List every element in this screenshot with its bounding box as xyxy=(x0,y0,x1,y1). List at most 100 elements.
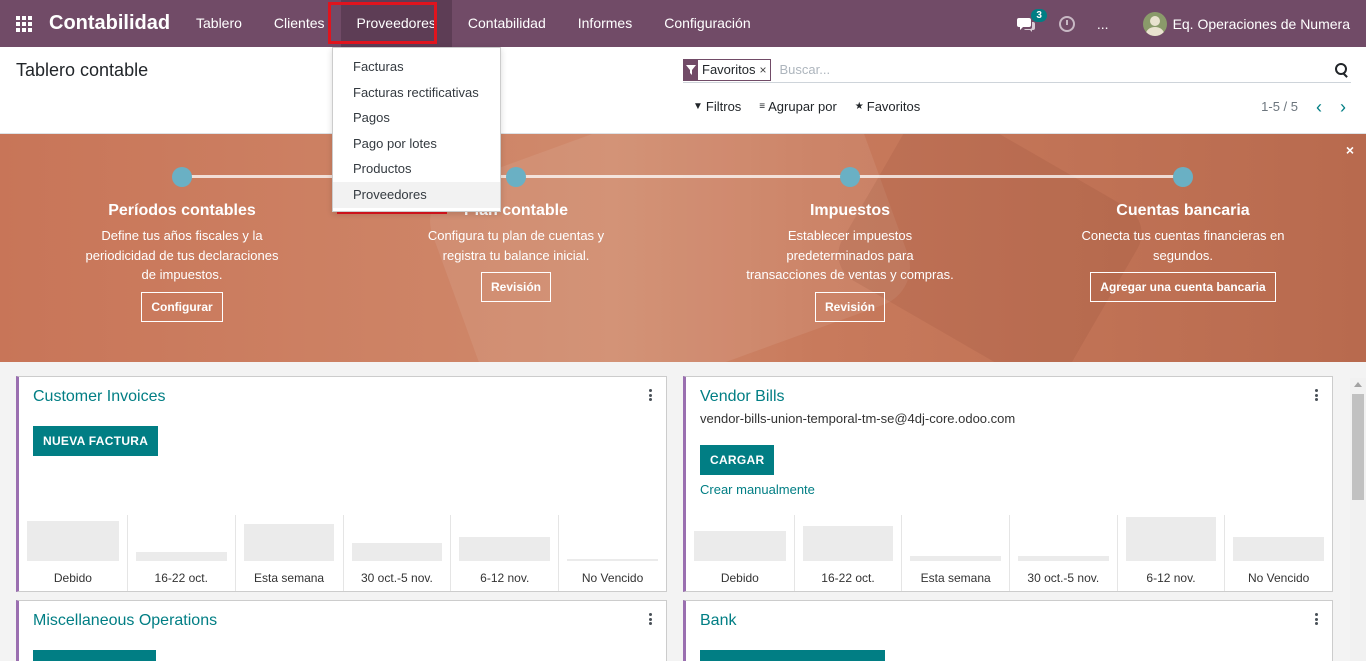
bank-card: Bank xyxy=(683,600,1333,661)
vendor-bills-card: Vendor Bills vendor-bills-union-temporal… xyxy=(683,376,1333,592)
step-cuentas-bancarias: Cuentas bancaria Conecta tus cuentas fin… xyxy=(1058,167,1308,302)
chart-column: 6-12 nov. xyxy=(450,515,558,591)
apps-menu-icon[interactable] xyxy=(16,16,32,32)
step-description: Establecer impuestos predeterminados par… xyxy=(746,228,954,282)
star-icon: ★ xyxy=(854,101,864,112)
bank-action-button[interactable] xyxy=(700,650,885,661)
card-options-icon[interactable] xyxy=(649,613,652,625)
onboarding-banner: × Períodos contables Define tus años fis… xyxy=(0,134,1366,362)
bills-chart: Debido 16-22 oct. Esta semana 30 oct.-5 nov… xyxy=(686,515,1332,591)
filter-icon xyxy=(684,59,698,80)
more-menu[interactable]: ... xyxy=(1097,16,1109,32)
pager-value[interactable]: 1-5 / 5 xyxy=(1261,99,1298,114)
search-icon[interactable] xyxy=(1335,62,1349,77)
dropdown-item-facturas[interactable]: Facturas xyxy=(333,54,500,80)
crear-manualmente-link[interactable]: Crear manualmente xyxy=(700,482,815,497)
card-title[interactable]: Bank xyxy=(700,612,736,630)
page-title: Tablero contable xyxy=(16,60,149,80)
step-dot xyxy=(506,167,526,187)
card-options-icon[interactable] xyxy=(1315,613,1318,625)
chart-column: No Vencido xyxy=(1224,515,1332,591)
user-name[interactable]: Eq. Operaciones de Numera xyxy=(1173,16,1350,32)
chart-column: 16-22 oct. xyxy=(126,515,235,591)
chart-label: 16-22 oct. xyxy=(821,571,875,585)
dropdown-item-proveedores[interactable]: Proveedores xyxy=(333,181,500,208)
chart-column: 30 oct.-5 nov. xyxy=(1009,515,1117,591)
search-bar[interactable]: Favoritos × Buscar... xyxy=(683,57,1351,83)
chart-column: 16-22 oct. xyxy=(793,515,902,591)
chart-column: 6-12 nov. xyxy=(1116,515,1225,591)
menu-tablero[interactable]: Tablero xyxy=(180,0,258,47)
chart-label: Debido xyxy=(720,571,759,585)
chart-bar[interactable] xyxy=(243,523,335,561)
user-avatar[interactable] xyxy=(1142,11,1167,36)
menu-contabilidad[interactable]: Contabilidad xyxy=(452,0,562,47)
chart-bar[interactable] xyxy=(1018,555,1109,561)
scrollbar-thumb[interactable] xyxy=(1352,394,1364,500)
page-scrollbar[interactable] xyxy=(1350,378,1366,661)
pager-next-icon[interactable]: › xyxy=(1340,98,1346,116)
chart-column: Debido xyxy=(686,515,794,591)
card-options-icon[interactable] xyxy=(1315,389,1318,401)
group-by-icon: ≡ xyxy=(759,101,766,112)
dropdown-item-pagos[interactable]: Pagos xyxy=(333,105,500,131)
facet-remove-icon[interactable]: × xyxy=(759,63,770,77)
control-panel: Tablero contable Favoritos × Buscar... ▼… xyxy=(0,47,1366,134)
chart-label: 16-22 oct. xyxy=(154,571,208,585)
chart-bar[interactable] xyxy=(1125,517,1217,561)
card-title[interactable]: Miscellaneous Operations xyxy=(33,612,217,630)
chart-column: Esta semana xyxy=(901,515,1009,591)
chart-column: No Vencido xyxy=(558,515,666,591)
dropdown-item-pago-por-lotes[interactable]: Pago por lotes xyxy=(333,131,500,157)
chart-bar[interactable] xyxy=(351,543,443,561)
step-title: Períodos contables xyxy=(108,202,256,219)
app-brand[interactable]: Contabilidad xyxy=(49,12,170,35)
scroll-up-arrow-icon[interactable] xyxy=(1354,382,1362,387)
facet-label: Favoritos xyxy=(702,62,756,77)
chart-bar[interactable] xyxy=(27,521,119,561)
chart-bar[interactable] xyxy=(910,555,1001,561)
favorites-button[interactable]: ★ Favoritos xyxy=(855,99,920,114)
step-description: Define tus años fiscales y la periodicid… xyxy=(85,228,279,282)
dropdown-item-productos[interactable]: Productos xyxy=(333,156,500,182)
chart-label: 6-12 nov. xyxy=(480,571,530,585)
search-input[interactable]: Buscar... xyxy=(779,62,1335,77)
group-by-button[interactable]: ≡ Agrupar por xyxy=(759,99,837,114)
chart-column: 30 oct.-5 nov. xyxy=(342,515,451,591)
chart-bar[interactable] xyxy=(694,531,786,561)
card-title[interactable]: Customer Invoices xyxy=(33,388,166,406)
menu-configuracion[interactable]: Configuración xyxy=(648,0,766,47)
revision-impuestos-button[interactable]: Revisión xyxy=(814,291,885,322)
step-dot xyxy=(840,167,860,187)
step-dot xyxy=(1173,167,1193,187)
menu-highlight-box xyxy=(328,2,437,44)
search-facet: Favoritos × xyxy=(683,58,772,81)
revision-plan-button[interactable]: Revisión xyxy=(480,272,551,302)
cargar-button[interactable]: CARGAR xyxy=(700,445,775,475)
chart-bar[interactable] xyxy=(459,536,551,561)
chart-label: 30 oct.-5 nov. xyxy=(1027,571,1100,585)
agregar-cuenta-button[interactable]: Agregar una cuenta bancaria xyxy=(1090,272,1276,302)
chart-bar[interactable] xyxy=(1233,536,1324,561)
configurar-button[interactable]: Configurar xyxy=(141,291,223,322)
card-options-icon[interactable] xyxy=(649,389,652,401)
step-dot xyxy=(172,167,192,187)
chart-label: 6-12 nov. xyxy=(1146,571,1196,585)
chart-bar[interactable] xyxy=(567,559,658,561)
banner-close-icon[interactable]: × xyxy=(1346,142,1354,158)
card-title[interactable]: Vendor Bills xyxy=(700,388,785,406)
nueva-factura-button[interactable]: NUEVA FACTURA xyxy=(33,426,159,456)
misc-action-button[interactable] xyxy=(33,650,156,661)
chart-column: Esta semana xyxy=(234,515,343,591)
activity-clock-icon[interactable] xyxy=(1058,15,1075,32)
chat-icon[interactable]: 3 xyxy=(1016,8,1047,32)
chart-label: No Vencido xyxy=(581,571,644,585)
chart-bar[interactable] xyxy=(802,525,894,561)
customer-invoices-card: Customer Invoices NUEVA FACTURA Debido 16… xyxy=(16,376,667,592)
invoices-chart: Debido 16-22 oct. Esta semana 30 oct.-5 nov… xyxy=(19,515,666,591)
pager-previous-icon[interactable]: ‹ xyxy=(1316,98,1322,116)
menu-informes[interactable]: Informes xyxy=(562,0,648,47)
filters-button[interactable]: ▼ Filtros xyxy=(693,99,741,114)
dropdown-item-facturas-rectificativas[interactable]: Facturas rectificativas xyxy=(333,80,500,106)
chart-bar[interactable] xyxy=(135,552,227,561)
